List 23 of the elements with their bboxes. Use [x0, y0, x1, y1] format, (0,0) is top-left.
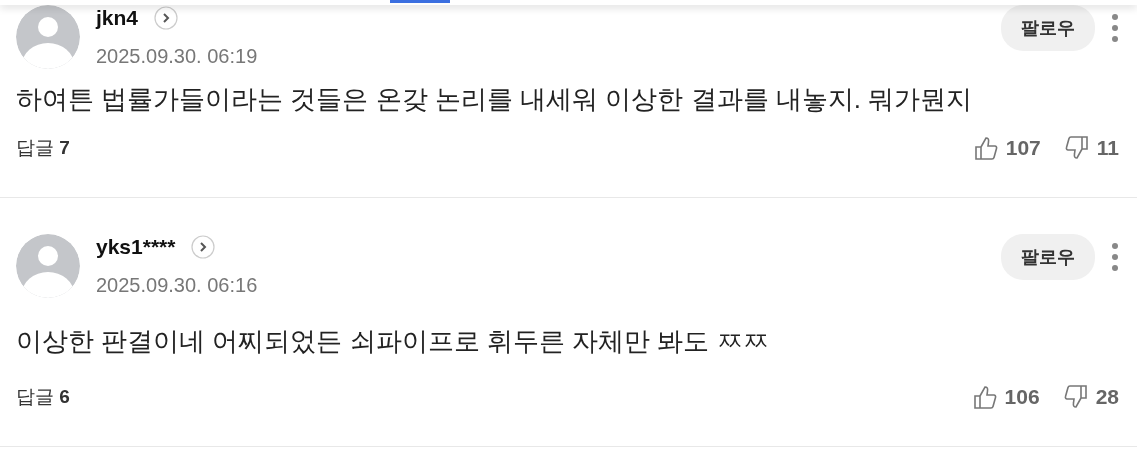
reply-link[interactable]: 답글 7	[16, 135, 70, 161]
chevron-right-icon[interactable]	[154, 6, 179, 30]
thumbs-up-icon[interactable]	[972, 384, 997, 410]
comment-text: 하여튼 법률가들이라는 것들은 온갖 논리를 내세워 이상한 결과를 내놓지. 뭐가뭔지	[16, 83, 974, 116]
tab-indicator	[390, 0, 450, 3]
dislike-count: 28	[1095, 384, 1119, 410]
comment-date: 2025.09.30. 06:19	[96, 44, 259, 69]
dislike-count: 11	[1096, 135, 1119, 161]
more-options-icon[interactable]	[1111, 242, 1119, 272]
thumbs-up-icon[interactable]	[973, 135, 998, 161]
username[interactable]: yks1****	[96, 234, 176, 260]
comment-date: 2025.09.30. 06:16	[96, 273, 259, 298]
follow-button[interactable]: 팔로우	[1001, 234, 1095, 280]
like-count: 107	[1005, 135, 1041, 161]
chevron-right-icon[interactable]	[191, 235, 216, 259]
thumbs-down-icon[interactable]	[1063, 384, 1088, 410]
comment-text: 이상한 판결이네 어찌되었든 쇠파이프로 휘두른 자체만 봐도 ㅉㅉ	[16, 325, 770, 358]
username[interactable]: jkn4	[96, 5, 139, 31]
follow-button[interactable]: 팔로우	[1001, 5, 1095, 51]
reply-link[interactable]: 답글 6	[16, 384, 70, 410]
thumbs-down-icon[interactable]	[1064, 135, 1089, 161]
more-options-icon[interactable]	[1111, 13, 1119, 43]
like-count: 106	[1004, 384, 1040, 410]
